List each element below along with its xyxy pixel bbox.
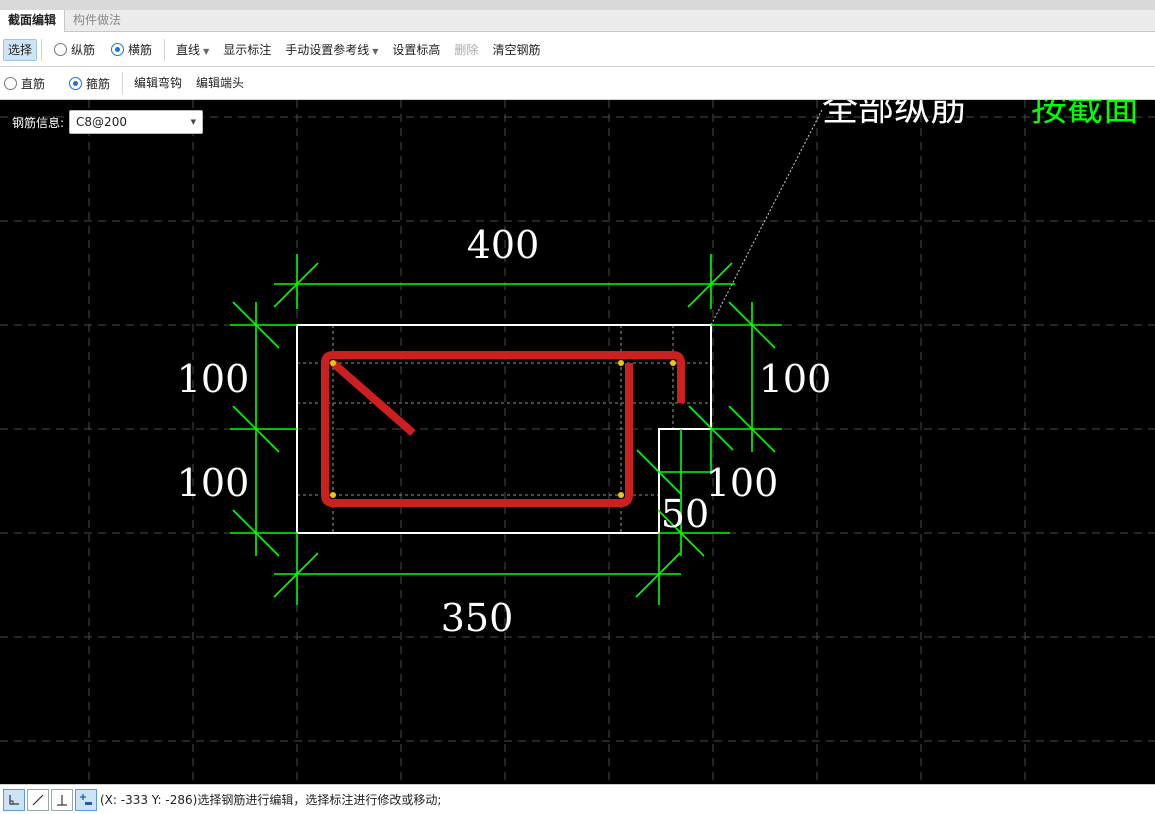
rebar-info-field: 钢筋信息: C8@200 ▼ (12, 110, 204, 134)
grid-lines (0, 100, 1155, 784)
select-button[interactable]: 选择 (3, 38, 38, 61)
line-mode-label: 直线 (176, 42, 201, 57)
rebar-info-label: 钢筋信息: (12, 115, 65, 130)
chevron-down-icon: ▼ (372, 46, 379, 56)
chevron-down-icon: ▼ (190, 118, 197, 126)
dimension-right-lower-text[interactable]: 100 (706, 461, 779, 505)
rebar-info-value: C8@200 (76, 115, 127, 129)
longitudinal-radio-label: 纵筋 (71, 43, 96, 57)
section-editor-window: 截面编辑 构件做法 选择 纵筋 横筋 直线 ▼ 显示标注 手动设置参考线 ▼ 设置标… (0, 0, 1155, 814)
main-toolbar: 选择 纵筋 横筋 直线 ▼ 显示标注 手动设置参考线 ▼ 设置标高 删除 清空钢筋 (0, 33, 1155, 67)
tab-component-method[interactable]: 构件做法 (65, 10, 129, 32)
straight-bar-radio-label: 直筋 (21, 76, 46, 91)
tab-bar: 截面编辑 构件做法 (0, 10, 1155, 32)
longitudinal-radio[interactable]: 纵筋 (46, 39, 103, 61)
title-strip (0, 0, 1155, 10)
transverse-radio[interactable]: 横筋 (103, 39, 160, 61)
dimension-bottom-text[interactable]: 350 (441, 596, 514, 640)
edit-end-button[interactable]: 编辑端头 (189, 72, 251, 94)
callout-leader-line (710, 109, 823, 326)
transverse-radio-label: 横筋 (128, 43, 153, 57)
oblique-line-icon[interactable] (27, 788, 49, 811)
add-reference-icon[interactable] (75, 788, 97, 811)
delete-button[interactable]: 删除 (447, 39, 485, 61)
chevron-down-icon: ▼ (203, 46, 210, 56)
line-mode-dropdown[interactable]: 直线 ▼ (169, 39, 216, 61)
dimension-notch-text[interactable]: 50 (661, 492, 709, 536)
dimension-right-upper-text[interactable]: 100 (759, 357, 832, 401)
stirrup-radio-label: 箍筋 (86, 76, 111, 91)
radio-unchecked-icon (4, 76, 17, 90)
dimension-top-text[interactable]: 400 (467, 223, 540, 267)
toolbar-divider (164, 38, 166, 61)
dimension-left-upper-text[interactable]: 100 (177, 357, 250, 401)
section-drawing[interactable]: 全部纵筋 按截面 400 100 100 100 100 50 350 (0, 100, 1155, 784)
clear-rebar-button[interactable]: 清空钢筋 (485, 39, 547, 61)
dimension-left-lower-text[interactable]: 100 (177, 461, 250, 505)
drawing-canvas[interactable]: 全部纵筋 按截面 400 100 100 100 100 50 350 钢筋信息… (0, 100, 1155, 784)
rebar-info-select[interactable]: C8@200 ▼ (69, 110, 204, 134)
manual-reference-line-label: 手动设置参考线 (285, 42, 370, 57)
stirrup-radio[interactable]: 箍筋 (53, 72, 118, 94)
tab-section-edit[interactable]: 截面编辑 (0, 10, 66, 32)
toolbar-divider (122, 72, 124, 94)
straight-bar-radio[interactable]: 直筋 (0, 72, 53, 94)
radio-checked-icon (111, 43, 125, 56)
toolbar-divider (41, 38, 43, 61)
perpendicular-icon[interactable] (51, 788, 73, 811)
status-bar: (X: -333 Y: -286)选择钢筋进行编辑，选择标注进行修改或移动; (0, 784, 1155, 814)
set-elevation-button[interactable]: 设置标高 (385, 39, 447, 61)
radio-checked-icon (69, 76, 83, 90)
sub-toolbar: 直筋 箍筋 编辑弯钩 编辑端头 (0, 67, 1155, 100)
edit-hook-button[interactable]: 编辑弯钩 (127, 72, 189, 94)
show-dimensions-button[interactable]: 显示标注 (216, 39, 278, 61)
callout-text-white[interactable]: 全部纵筋 (822, 100, 966, 129)
status-text: (X: -333 Y: -286)选择钢筋进行编辑，选择标注进行修改或移动; (100, 793, 442, 807)
manual-reference-line-dropdown[interactable]: 手动设置参考线 ▼ (278, 39, 385, 61)
radio-unchecked-icon (54, 43, 68, 56)
orthogonal-snap-icon[interactable] (3, 788, 25, 811)
callout-text-green[interactable]: 按截面 (1031, 100, 1139, 129)
